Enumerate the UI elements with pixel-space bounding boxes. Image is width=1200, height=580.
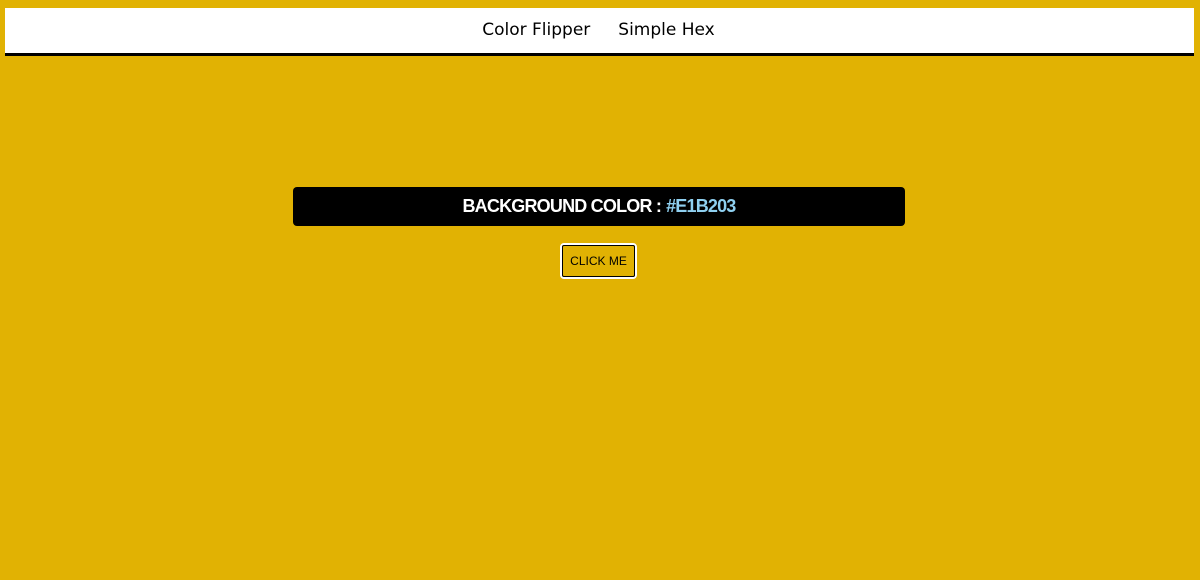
background-color-hex-value: #E1B203 xyxy=(666,196,736,216)
background-color-banner: BACKGROUND COLOR : #E1B203 xyxy=(293,187,905,226)
nav-link-simple-hex[interactable]: Simple Hex xyxy=(618,22,714,39)
background-color-label: BACKGROUND COLOR : xyxy=(462,196,662,216)
click-me-button[interactable]: CLICK ME xyxy=(560,243,637,279)
page-body: { "nav": { "items": [ { "label": "Color … xyxy=(0,0,1200,580)
nav-link-color-flipper[interactable]: Color Flipper xyxy=(482,22,590,39)
navbar: Color Flipper Simple Hex xyxy=(5,8,1194,56)
